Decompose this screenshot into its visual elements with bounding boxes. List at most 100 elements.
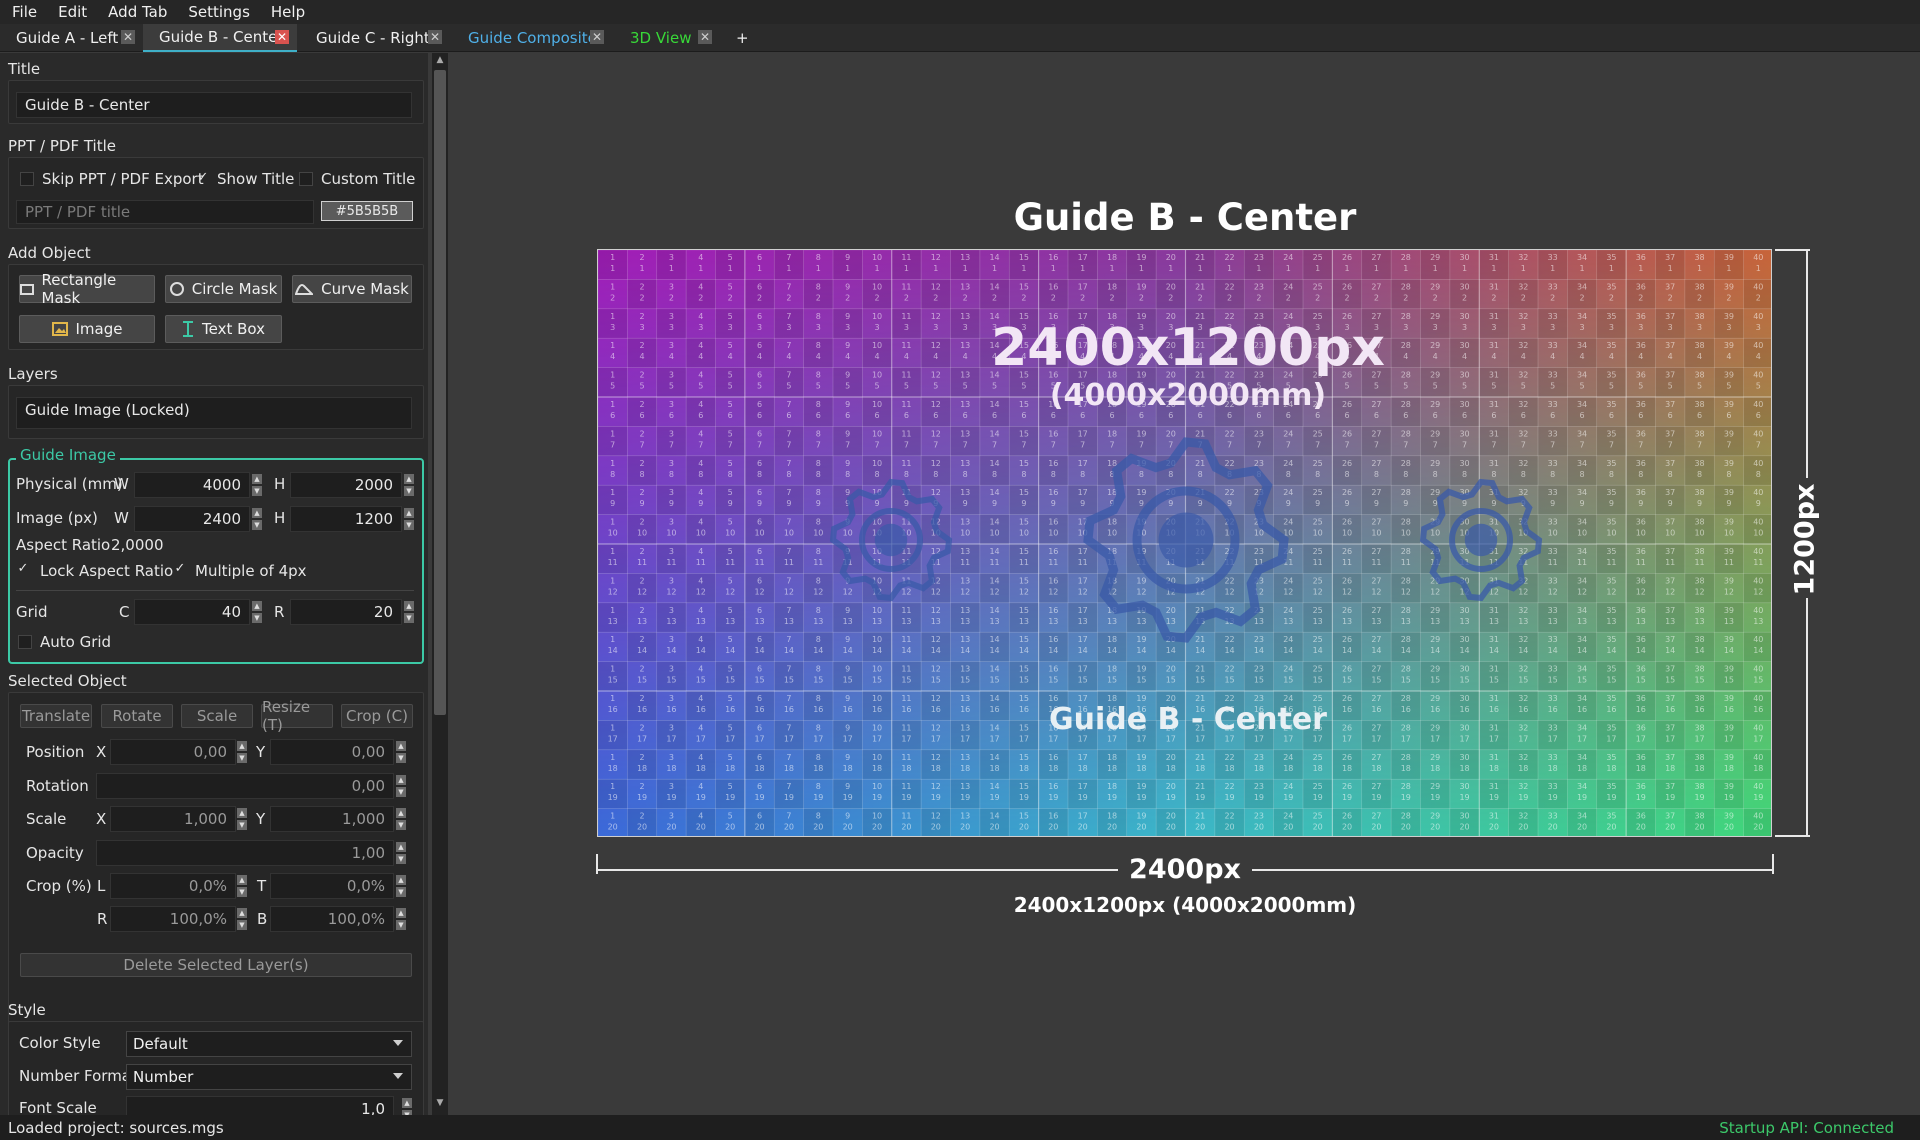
number-format-label: Number Format xyxy=(19,1067,137,1085)
text-box-button[interactable]: Text Box xyxy=(165,315,282,343)
close-icon[interactable]: ✕ xyxy=(590,30,604,44)
auto-grid-checkbox[interactable] xyxy=(18,635,32,649)
crop-top-input[interactable]: 0,0% xyxy=(270,873,394,899)
grid-rows-stepper[interactable]: ▲ ▼ xyxy=(404,601,414,623)
grid-c-label: C xyxy=(119,603,130,621)
show-title-checkbox[interactable]: ✓ xyxy=(196,171,210,186)
title-input[interactable]: Guide B - Center xyxy=(16,92,412,118)
style-section-label: Style xyxy=(8,1001,46,1019)
physical-label: Physical (mm) xyxy=(16,475,123,493)
rectangle-mask-label: Rectangle Mask xyxy=(41,271,117,307)
image-w-input[interactable]: 2400 xyxy=(134,506,250,532)
crop-r-label: R xyxy=(97,910,108,928)
tab-guide-c[interactable]: Guide C - Right ✕ xyxy=(300,24,450,52)
color-style-select[interactable]: Default xyxy=(126,1031,412,1057)
opacity-stepper[interactable]: ▲ ▼ xyxy=(396,842,406,864)
custom-title-checkbox[interactable] xyxy=(299,172,313,186)
physical-h-stepper[interactable]: ▲ ▼ xyxy=(404,474,414,496)
height-dimension: 1200px xyxy=(1789,483,1821,596)
layers-section-label: Layers xyxy=(8,365,58,383)
image-w-label: W xyxy=(114,509,129,527)
rotation-stepper[interactable]: ▲ ▼ xyxy=(396,775,406,797)
skip-export-checkbox[interactable] xyxy=(20,172,34,186)
crop-top-stepper[interactable]: ▲ ▼ xyxy=(396,875,406,897)
number-format-select[interactable]: Number xyxy=(126,1064,412,1090)
image-h-label: H xyxy=(274,509,286,527)
image-h-input[interactable]: 1200 xyxy=(290,506,402,532)
scroll-down-icon[interactable]: ▼ xyxy=(434,1098,446,1110)
scale-y-label: Y xyxy=(256,810,266,828)
tab-3d-view[interactable]: 3D View ✕ xyxy=(614,24,720,52)
menu-settings[interactable]: Settings xyxy=(176,3,259,21)
delete-layers-button[interactable]: Delete Selected Layer(s) xyxy=(20,953,412,977)
number-format-value: Number xyxy=(133,1068,194,1086)
lock-aspect-label: Lock Aspect Ratio xyxy=(40,562,174,580)
rotate-button[interactable]: Rotate xyxy=(101,704,173,728)
circle-mask-button[interactable]: Circle Mask xyxy=(165,275,282,303)
physical-w-input[interactable]: 4000 xyxy=(134,472,250,498)
physical-h-input[interactable]: 2000 xyxy=(290,472,402,498)
font-scale-label: Font Scale xyxy=(19,1099,97,1115)
scale-y-stepper[interactable]: ▲ ▼ xyxy=(396,808,406,830)
image-h-stepper[interactable]: ▲ ▼ xyxy=(404,508,414,530)
tab-label: Guide C - Right xyxy=(316,29,430,47)
properties-panel: Title Guide B - Center PPT / PDF Title S… xyxy=(0,53,428,1115)
tab-guide-composite[interactable]: Guide Composite ✕ xyxy=(452,24,612,52)
crop-left-stepper[interactable]: ▲ ▼ xyxy=(237,875,247,897)
curve-mask-button[interactable]: Curve Mask xyxy=(292,275,412,303)
close-icon[interactable]: ✕ xyxy=(275,30,289,44)
scale-y-input[interactable]: 1,000 xyxy=(270,806,394,832)
grid-columns-stepper[interactable]: ▲ ▼ xyxy=(252,601,262,623)
menu-add-tab[interactable]: Add Tab xyxy=(96,3,176,21)
menu-edit[interactable]: Edit xyxy=(46,3,96,21)
crop-button[interactable]: Crop (C) xyxy=(341,704,413,728)
scrollbar-thumb[interactable] xyxy=(434,70,446,715)
rectangle-mask-button[interactable]: Rectangle Mask xyxy=(19,271,155,307)
custom-title-label: Custom Title xyxy=(321,170,416,188)
divider xyxy=(16,590,414,591)
status-bar: Loaded project: sources.mgs Startup API:… xyxy=(0,1115,1920,1140)
tab-guide-a[interactable]: Guide A - Left ✕ xyxy=(0,24,143,52)
resize-button[interactable]: Resize (T) xyxy=(261,698,333,734)
image-w-stepper[interactable]: ▲ ▼ xyxy=(252,508,262,530)
close-icon[interactable]: ✕ xyxy=(121,30,135,44)
image-button[interactable]: Image xyxy=(19,315,155,343)
tab-label: 3D View xyxy=(630,29,692,47)
grid-columns-input[interactable]: 40 xyxy=(134,599,250,625)
crop-t-label: T xyxy=(257,877,267,895)
crop-right-stepper[interactable]: ▲ ▼ xyxy=(237,908,247,930)
font-scale-input[interactable]: 1,0 xyxy=(126,1096,394,1115)
position-y-stepper[interactable]: ▲ ▼ xyxy=(396,741,406,763)
aspect-value: 2,0000 xyxy=(111,536,164,554)
crop-bottom-stepper[interactable]: ▲ ▼ xyxy=(396,908,406,930)
tab-guide-b[interactable]: Guide B - Center ✕ xyxy=(143,24,297,52)
chevron-down-icon xyxy=(393,1040,403,1046)
menu-file[interactable]: File xyxy=(0,3,46,21)
scale-x-stepper[interactable]: ▲ ▼ xyxy=(237,808,247,830)
opacity-input[interactable]: 1,00 xyxy=(96,840,394,866)
color-style-value: Default xyxy=(133,1035,188,1053)
translate-button[interactable]: Translate xyxy=(20,704,92,728)
menu-help[interactable]: Help xyxy=(259,3,314,21)
crop-right-input[interactable]: 100,0% xyxy=(110,906,236,932)
scroll-up-icon[interactable]: ▲ xyxy=(434,55,446,67)
scale-x-input[interactable]: 1,000 xyxy=(110,806,236,832)
multiple-4-checkbox[interactable]: ✓ xyxy=(173,562,187,577)
scale-button[interactable]: Scale xyxy=(181,704,253,728)
close-icon[interactable]: ✕ xyxy=(698,30,712,44)
ppt-title-input[interactable]: PPT / PDF title xyxy=(16,200,314,224)
grid-rows-input[interactable]: 20 xyxy=(290,599,402,625)
title-color-swatch[interactable]: #5B5B5B xyxy=(321,201,413,221)
crop-left-input[interactable]: 0,0% xyxy=(110,873,236,899)
position-x-stepper[interactable]: ▲ ▼ xyxy=(237,741,247,763)
lock-aspect-checkbox[interactable]: ✓ xyxy=(16,562,30,577)
rotation-input[interactable]: 0,00 xyxy=(96,773,394,799)
close-icon[interactable]: ✕ xyxy=(428,30,442,44)
crop-bottom-input[interactable]: 100,0% xyxy=(270,906,394,932)
layer-item[interactable]: Guide Image (Locked) xyxy=(16,397,412,429)
position-x-input[interactable]: 0,00 xyxy=(110,739,236,765)
add-tab-button[interactable]: + xyxy=(722,24,762,52)
font-scale-stepper[interactable]: ▲ ▼ xyxy=(402,1098,412,1115)
position-y-input[interactable]: 0,00 xyxy=(270,739,394,765)
physical-w-stepper[interactable]: ▲ ▼ xyxy=(252,474,262,496)
